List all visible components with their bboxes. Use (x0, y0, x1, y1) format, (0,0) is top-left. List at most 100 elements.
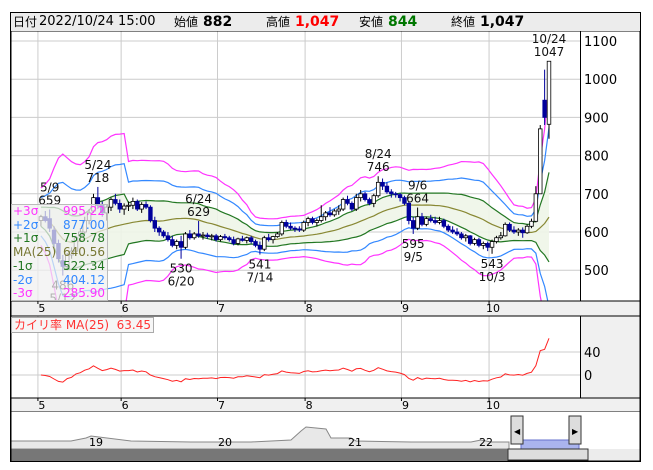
candle (130, 201, 136, 206)
y-tick-label: 500 (584, 264, 609, 279)
candle (358, 193, 363, 199)
candle (415, 216, 420, 229)
candle (367, 199, 372, 204)
legend-label: MA(25) (13, 245, 57, 260)
kairi-legend: カイリ率 MA(25) 63.45 (11, 317, 155, 333)
navigator[interactable]: 19 20 21 22 ◀ ▶ (11, 411, 640, 461)
candle (187, 233, 193, 239)
price-annotation: 10/3 (479, 270, 506, 284)
candle (459, 233, 464, 239)
y-tick-label: 0 (584, 369, 592, 384)
legend-value: 877.00 (63, 217, 105, 232)
year-label: 19 (89, 436, 103, 449)
price-annotation: 9/6 (408, 179, 427, 193)
candle (266, 237, 271, 241)
candle (270, 236, 276, 241)
x-tick-label: 8 (306, 302, 313, 315)
candle (397, 194, 403, 199)
legend-row: -1σ 522.34 (13, 258, 107, 274)
open-value: 882 (203, 14, 233, 30)
candle (419, 216, 425, 225)
x-tick-label: 5 (38, 399, 45, 411)
candle (323, 212, 328, 218)
candle (437, 220, 442, 223)
close-value: 1,047 (480, 14, 525, 30)
candle (253, 241, 258, 246)
candle (481, 243, 486, 246)
candle (235, 238, 241, 244)
candle (533, 193, 539, 222)
arrow-right-icon: ▶ (572, 427, 579, 436)
candle (126, 204, 131, 207)
candle (511, 229, 517, 233)
y-tick-label: 40 (584, 346, 601, 361)
legend-row: +1σ 758.78 (13, 232, 107, 246)
candle (349, 202, 355, 210)
legend-value: 758.78 (63, 231, 105, 246)
candle (231, 239, 236, 244)
date-label: 日付 (13, 15, 38, 29)
candle (371, 195, 376, 204)
candle (380, 181, 385, 187)
candle (139, 204, 144, 210)
candle (375, 181, 381, 197)
candle (424, 218, 429, 225)
candle (275, 233, 280, 237)
legend-label: -1σ (13, 258, 33, 273)
scrollbar-track (11, 449, 508, 460)
legend-value: 995.22 (63, 204, 105, 218)
candle (222, 236, 228, 239)
candle (165, 235, 171, 241)
x-tick-label: 7 (218, 302, 225, 315)
candle (463, 235, 468, 239)
year-label: 21 (348, 436, 362, 449)
y-axis-background (580, 31, 640, 301)
candle (310, 218, 315, 223)
legend-row: +3σ 995.22 (13, 204, 107, 219)
price-annotation: 530 (170, 262, 193, 276)
kairi-label: カイリ率 MA(25) (14, 318, 110, 332)
candle (336, 208, 341, 212)
candle (156, 227, 162, 233)
ohlc-header: 日付 2022/10/24 15:00 始値 882 高値 1,047 安値 8… (11, 13, 640, 32)
candle (192, 233, 197, 239)
candle (319, 216, 324, 221)
x-tick-label: 8 (306, 399, 313, 411)
high-value: 1,047 (295, 14, 340, 30)
candle (432, 220, 438, 223)
date-value: 2022/10/24 15:00 (39, 14, 156, 29)
price-annotation: 718 (86, 171, 109, 185)
legend-row: -2σ 404.12 (13, 272, 107, 288)
candle (524, 225, 530, 234)
candle (200, 234, 206, 237)
scrollbar-thumb[interactable] (507, 448, 589, 461)
price-annotation: 5/9 (40, 180, 59, 194)
candle (389, 191, 394, 195)
candle (520, 229, 525, 234)
x-axis-main: 5 6 7 8 9 10 (11, 301, 640, 316)
price-annotation: 10/24 (532, 32, 567, 46)
candle (546, 60, 552, 125)
close-label: 終値 (451, 15, 476, 29)
candle (218, 236, 223, 241)
candle (446, 225, 451, 231)
candle (174, 241, 179, 246)
candle (170, 239, 175, 246)
candle (283, 222, 289, 227)
price-annotation: 746 (367, 160, 390, 174)
low-label: 安値 (359, 15, 384, 29)
candle (292, 227, 298, 230)
candle (297, 228, 302, 231)
candle (454, 231, 460, 235)
year-label: 22 (479, 436, 493, 449)
candle (441, 220, 447, 227)
candle (135, 201, 140, 210)
candle (209, 235, 214, 238)
legend-label: -2σ (13, 272, 33, 287)
y-tick-label: 1000 (584, 73, 617, 88)
candle (113, 199, 118, 204)
candle (152, 220, 157, 229)
bollinger-legend: +3σ 995.22 +2σ 877.00 +1σ 758.78 MA(25) 640.56-… (11, 204, 108, 301)
candle (305, 218, 311, 223)
legend-value: 640.56 (63, 245, 105, 260)
